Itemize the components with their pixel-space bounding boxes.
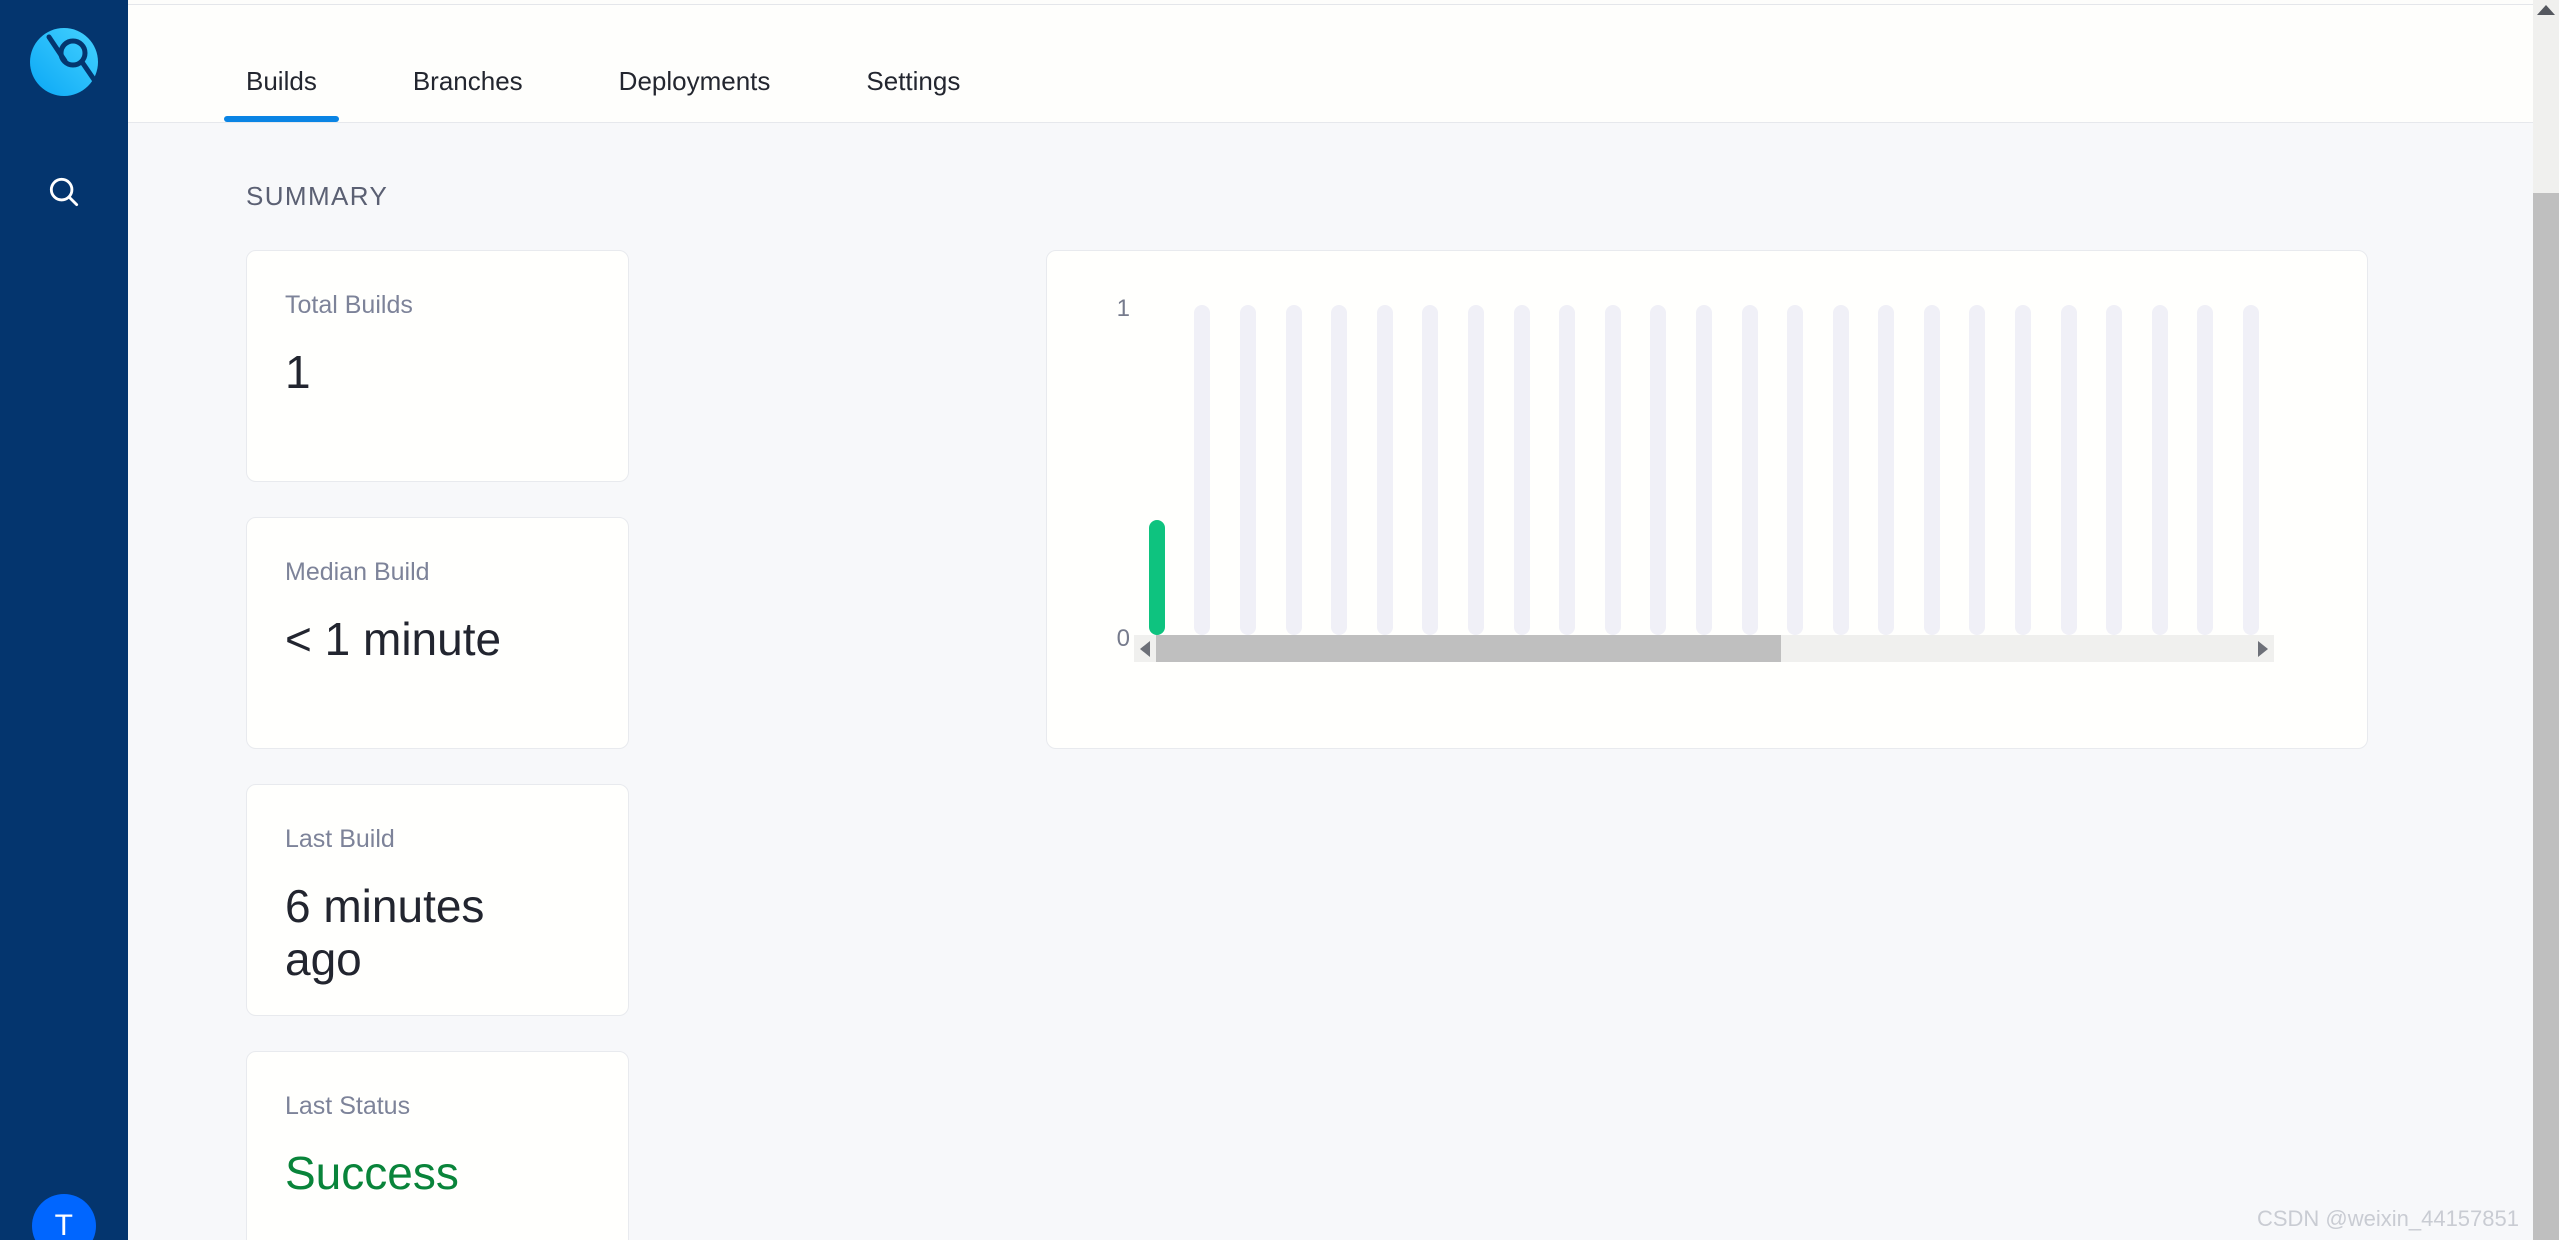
chart-bar-empty[interactable]: [1695, 305, 1712, 635]
chart-bar-empty[interactable]: [1513, 305, 1530, 635]
tab-settings[interactable]: Settings: [866, 68, 960, 122]
chart-scroll-thumb[interactable]: [1156, 635, 1781, 662]
summary-section-title: SUMMARY: [246, 181, 389, 211]
drone-logo[interactable]: [27, 25, 101, 99]
scroll-up-arrow-icon[interactable]: [2537, 5, 2555, 15]
y-axis-tick-top: 1: [1116, 295, 1130, 322]
chart-bar-slot[interactable]: [1955, 305, 2001, 635]
chart-bar-empty[interactable]: [1832, 305, 1849, 635]
chart-bar-slot[interactable]: [1225, 305, 1271, 635]
chart-bar-empty[interactable]: [1741, 305, 1758, 635]
chart-bar-slot[interactable]: [1180, 305, 1226, 635]
chart-bar-empty[interactable]: [2060, 305, 2077, 635]
tab-deployments[interactable]: Deployments: [619, 68, 771, 122]
card-value: 1: [285, 346, 311, 398]
summary-card-last-status: Last Status Success: [246, 1051, 629, 1240]
tab-branches[interactable]: Branches: [413, 68, 523, 122]
app-root: T Builds Branches Deployments Settings S…: [0, 0, 2559, 1240]
chart-bar-slot[interactable]: [2137, 305, 2183, 635]
chart-bar-slot[interactable]: [2000, 305, 2046, 635]
chart-bar-empty[interactable]: [1285, 305, 1302, 635]
chart-bar-empty[interactable]: [1467, 305, 1484, 635]
chart-plot-area: [1134, 305, 2274, 635]
tab-deployments-label: Deployments: [618, 66, 771, 96]
avatar[interactable]: T: [32, 1194, 96, 1240]
builds-chart-card: 1 0: [1046, 250, 2368, 749]
chart-bar-slot[interactable]: [1362, 305, 1408, 635]
chart-bar-slot[interactable]: [2091, 305, 2137, 635]
sidebar: T: [0, 0, 128, 1240]
chart-bar-slot[interactable]: [1134, 305, 1180, 635]
builds-chart: 1 0: [1047, 251, 2367, 748]
chart-bar-empty[interactable]: [1239, 305, 1256, 635]
chart-bar-slot[interactable]: [2046, 305, 2092, 635]
chart-bar-slot[interactable]: [1681, 305, 1727, 635]
card-label: Total Builds: [285, 291, 413, 319]
card-value: 6 minutes ago: [285, 880, 485, 986]
chart-bar-empty[interactable]: [1604, 305, 1621, 635]
chart-bar-slot[interactable]: [1727, 305, 1773, 635]
chart-bar-slot[interactable]: [1271, 305, 1317, 635]
chart-bar-empty[interactable]: [2151, 305, 2168, 635]
scroll-left-arrow-icon[interactable]: [1134, 635, 1156, 662]
status-badge: Success: [285, 1147, 459, 1199]
chart-bar-slot[interactable]: [1316, 305, 1362, 635]
chart-bar-filled[interactable]: [1148, 519, 1165, 635]
chart-bar-slot[interactable]: [1636, 305, 1682, 635]
tab-bar: Builds Branches Deployments Settings: [128, 5, 2559, 123]
page-body: SUMMARY Total Builds 1 Median Build < 1 …: [128, 123, 2559, 1240]
summary-row: Total Builds 1 Median Build < 1 minute L…: [246, 250, 2559, 1240]
chart-bar-empty[interactable]: [1559, 305, 1576, 635]
chart-bar-slot[interactable]: [1408, 305, 1454, 635]
tab-branches-label: Branches: [412, 66, 523, 96]
chart-bar-empty[interactable]: [1194, 305, 1211, 635]
chart-bar-slot[interactable]: [1772, 305, 1818, 635]
avatar-initial: T: [54, 1209, 74, 1240]
summary-card-last-build: Last Build 6 minutes ago: [246, 784, 629, 1016]
chart-bar-slot[interactable]: [1818, 305, 1864, 635]
chart-bar-empty[interactable]: [1923, 305, 1940, 635]
chart-bar-empty[interactable]: [1650, 305, 1667, 635]
chart-bar-empty[interactable]: [1331, 305, 1348, 635]
y-axis-tick-bottom: 0: [1116, 625, 1130, 652]
summary-card-median-build: Median Build < 1 minute: [246, 517, 629, 749]
chart-bar-empty[interactable]: [1878, 305, 1895, 635]
tab-builds[interactable]: Builds: [224, 66, 339, 122]
chart-bar-empty[interactable]: [1376, 305, 1393, 635]
chart-bar-empty[interactable]: [1422, 305, 1439, 635]
card-label: Last Build: [285, 825, 395, 853]
chart-scroll-track[interactable]: [1156, 635, 2252, 662]
chart-bar-slot[interactable]: [1544, 305, 1590, 635]
scroll-right-arrow-icon[interactable]: [2252, 635, 2274, 662]
chart-bar-empty[interactable]: [1787, 305, 1804, 635]
card-label: Last Status: [285, 1092, 411, 1120]
chart-bar-slot[interactable]: [1909, 305, 1955, 635]
summary-cards: Total Builds 1 Median Build < 1 minute L…: [246, 250, 1046, 1240]
chart-bar-slot[interactable]: [1864, 305, 1910, 635]
card-value: < 1 minute: [285, 613, 502, 665]
watermark: CSDN @weixin_44157851: [2256, 1206, 2519, 1231]
chart-bar-empty[interactable]: [2015, 305, 2032, 635]
card-label: Median Build: [285, 558, 430, 586]
chart-bar-empty[interactable]: [1969, 305, 1986, 635]
chart-bar-slot[interactable]: [1453, 305, 1499, 635]
tab-settings-label: Settings: [866, 66, 961, 96]
chart-bar-slot[interactable]: [2228, 305, 2274, 635]
tab-builds-label: Builds: [246, 66, 317, 96]
chart-bar-empty[interactable]: [2106, 305, 2123, 635]
chart-bar-slot[interactable]: [1499, 305, 1545, 635]
page-vertical-scrollbar[interactable]: [2533, 0, 2559, 1240]
chart-bar-slot[interactable]: [2183, 305, 2229, 635]
chart-bar-slot[interactable]: [1590, 305, 1636, 635]
page-scroll-thumb[interactable]: [2533, 193, 2559, 1240]
chart-bar-empty[interactable]: [2197, 305, 2214, 635]
search-icon[interactable]: [36, 164, 92, 220]
chart-bar-empty[interactable]: [2243, 305, 2260, 635]
main-content: Builds Branches Deployments Settings SUM…: [128, 0, 2559, 1240]
summary-card-total-builds: Total Builds 1: [246, 250, 629, 482]
chart-horizontal-scrollbar[interactable]: [1134, 635, 2274, 662]
